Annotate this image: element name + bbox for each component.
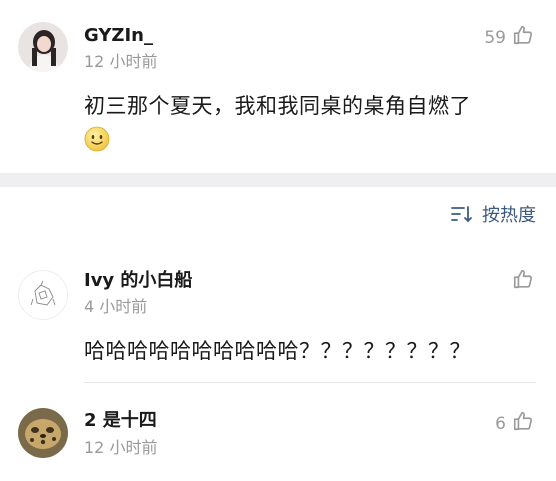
username[interactable]: 2 是十四 — [84, 410, 157, 432]
like-button[interactable]: 59 — [484, 24, 534, 51]
username[interactable]: GYZIn_ — [84, 25, 153, 47]
comment-text: 哈哈哈哈哈哈哈哈哈哈？？？？？？？？ — [84, 339, 471, 363]
like-button[interactable]: 6 — [495, 410, 534, 437]
avatar[interactable] — [18, 408, 68, 458]
avatar[interactable] — [18, 22, 68, 72]
thumbs-up-icon — [512, 24, 534, 51]
thumbs-up-icon — [512, 268, 534, 295]
sort-icon — [450, 205, 474, 228]
comment-text: 初三那个夏天，我和我同桌的桌角自燃了 — [84, 94, 471, 118]
smile-emoji-icon — [84, 126, 110, 152]
timestamp: 4 小时前 — [84, 297, 148, 316]
section-divider — [0, 173, 556, 187]
comment-page: GYZIn_ 12 小时前 59 初三那个夏天，我和我同桌的桌角自燃了 按热度 … — [0, 0, 556, 481]
like-count: 6 — [495, 413, 506, 434]
like-button[interactable] — [506, 268, 534, 295]
avatar[interactable] — [18, 270, 68, 320]
like-count: 59 — [484, 27, 506, 48]
comment-item: GYZIn_ 12 小时前 59 初三那个夏天，我和我同桌的桌角自燃了 — [0, 0, 556, 173]
sort-by-hot-button[interactable]: 按热度 — [450, 204, 536, 228]
thumbs-up-icon — [512, 410, 534, 437]
timestamp: 12 小时前 — [84, 438, 158, 457]
username[interactable]: Ivy 的小白船 — [84, 270, 192, 292]
timestamp: 12 小时前 — [84, 52, 158, 71]
comment-separator — [84, 382, 536, 383]
sort-label: 按热度 — [482, 205, 536, 226]
